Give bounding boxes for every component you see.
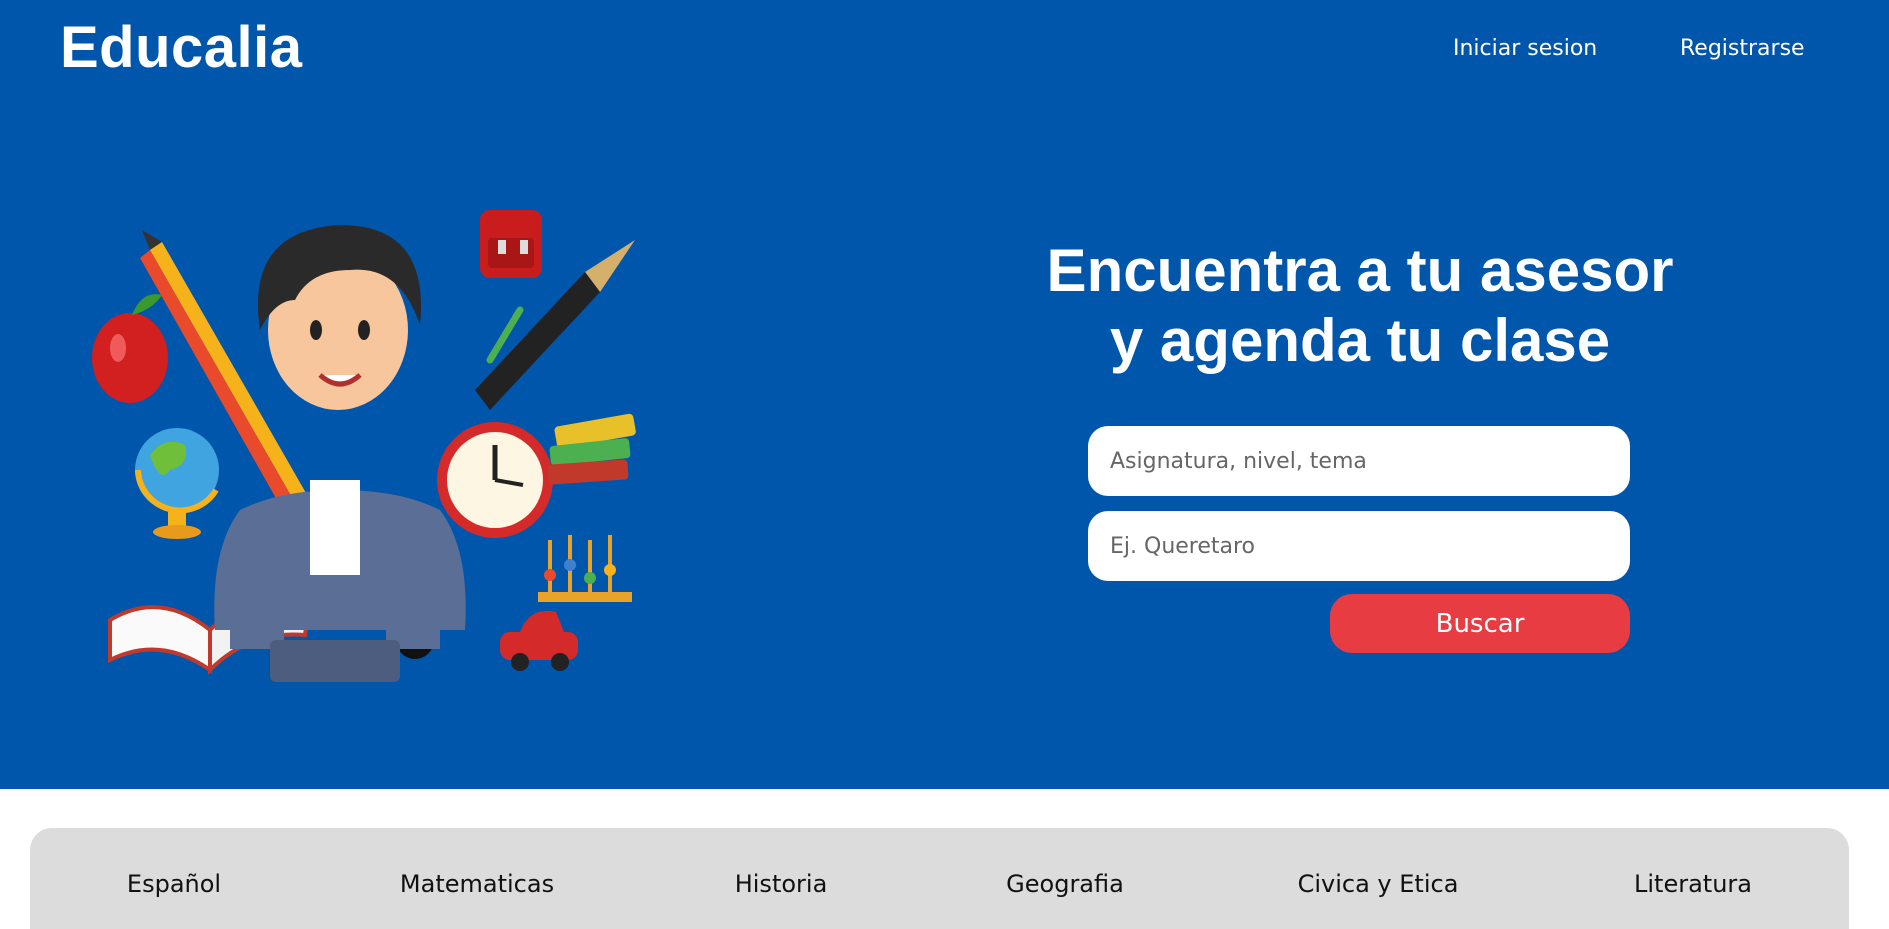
subject-search-input[interactable] xyxy=(1088,426,1630,496)
hero-headline: Encuentra a tu asesor y agenda tu clase xyxy=(990,236,1730,376)
brand-logo[interactable]: Educalia xyxy=(60,14,303,81)
register-link[interactable]: Registrarse xyxy=(1680,36,1805,61)
category-matematicas[interactable]: Matematicas xyxy=(400,870,554,898)
login-link[interactable]: Iniciar sesion xyxy=(1453,36,1597,61)
apple-icon xyxy=(92,294,168,403)
category-civica-y-etica[interactable]: Civica y Etica xyxy=(1298,870,1459,898)
location-input[interactable] xyxy=(1088,511,1630,581)
books-icon xyxy=(547,413,636,485)
globe-icon xyxy=(135,428,219,539)
headline-line-2: y agenda tu clase xyxy=(1109,307,1611,374)
category-literatura[interactable]: Literatura xyxy=(1634,870,1752,898)
search-button[interactable]: Buscar xyxy=(1330,594,1630,653)
category-historia[interactable]: Historia xyxy=(735,870,828,898)
clock-icon xyxy=(437,422,553,538)
backpack-icon xyxy=(480,210,542,278)
teacher-illustration xyxy=(92,210,636,682)
category-espanol[interactable]: Español xyxy=(127,870,221,898)
hero-section: Educalia Iniciar sesion Registrarse Encu… xyxy=(0,0,1889,789)
category-bar: Español Matematicas Historia Geografia C… xyxy=(30,828,1849,929)
toy-car-icon xyxy=(500,610,578,671)
category-geografia[interactable]: Geografia xyxy=(1006,870,1124,898)
abacus-icon xyxy=(538,535,632,602)
headline-line-1: Encuentra a tu asesor xyxy=(1046,237,1674,304)
